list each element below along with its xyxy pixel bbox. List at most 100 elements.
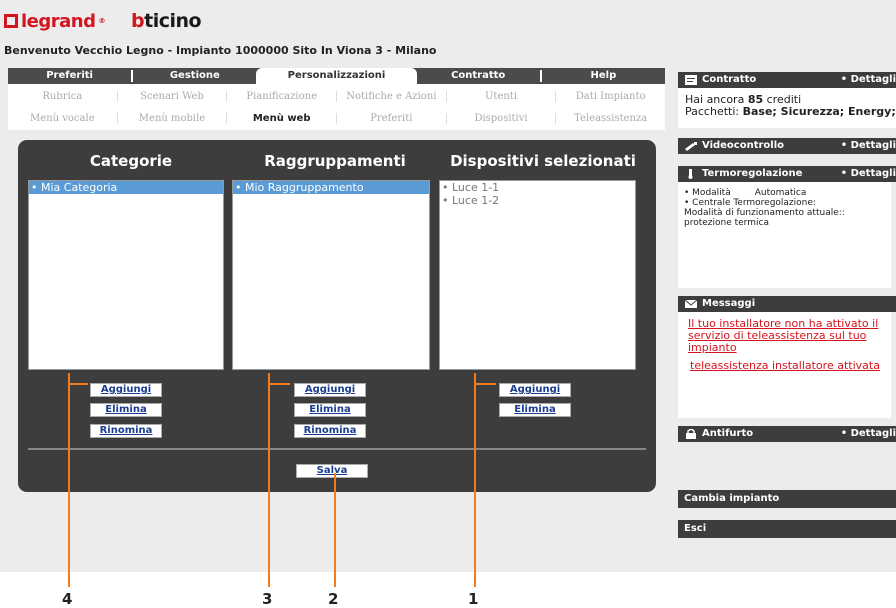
raggruppamenti-rinomina-button[interactable]: Rinomina [294,424,366,438]
sub-nav: Rubrica Scenari Web Pianificazione Notif… [8,84,665,130]
contratto-dettagli-link[interactable]: • Dettagli [841,72,896,88]
antifurto-dettagli-link[interactable]: • Dettagli [841,426,896,442]
callout-tick-1 [474,383,496,385]
categorie-aggiungi-button[interactable]: Aggiungi [90,383,162,397]
callout-tick-3 [268,383,290,385]
callout-bracket-4 [68,373,70,411]
categorie-elimina-button[interactable]: Elimina [90,403,162,417]
tab-help[interactable]: Help [542,68,665,84]
callout-line-1 [474,373,476,587]
modalita-label: • Modalità [684,188,731,198]
subnav-item-scenari-web[interactable]: Scenari Web [118,90,228,102]
legrand-logo: legrand ® [4,11,105,32]
callout-number-1: 1 [468,590,479,608]
contract-icon [685,75,697,85]
videocontrollo-header: Videocontrollo • Dettagli [678,138,896,154]
welcome-text: Benvenuto Vecchio Legno - Impianto 10000… [4,44,437,57]
legrand-logo-mark [4,14,18,28]
list-item[interactable]: • Luce 1-1 [440,181,635,194]
bticino-logo-b: b [131,10,145,32]
list-item[interactable]: • Luce 1-2 [440,194,635,207]
raggruppamenti-title: Raggruppamenti [264,152,406,170]
tab-personalizzazioni[interactable]: Personalizzazioni [256,68,417,84]
message-link[interactable]: teleassistenza installatore attivata [690,360,896,372]
callout-number-4: 4 [62,590,73,608]
panel-divider [28,448,646,450]
callout-line-2 [334,473,336,587]
termoregolazione-title: Termoregolazione [702,168,803,179]
callout-tick-4 [68,383,88,385]
list-item[interactable]: • Mia Categoria [29,181,223,194]
tab-gestione[interactable]: Gestione [133,68,256,84]
subnav-item-pianificazione[interactable]: Pianificazione [227,90,338,102]
dispositivi-aggiungi-button[interactable]: Aggiungi [499,383,571,397]
subnav-item-menu-web[interactable]: Menù web [227,112,338,124]
subnav-item-utenti[interactable]: Utenti [447,90,557,102]
esci-button[interactable]: Esci [678,520,896,538]
pacchetti-line: Pacchetti: Base; Sicurezza; Energy; [685,106,896,118]
raggruppamenti-aggiungi-button[interactable]: Aggiungi [294,383,366,397]
scrollbar[interactable] [891,312,896,418]
dispositivi-title: Dispositivi selezionati [450,152,636,170]
modalita-value: Automatica [754,188,807,198]
dispositivi-elimina-button[interactable]: Elimina [499,403,571,417]
categorie-list[interactable]: • Mia Categoria [28,180,224,370]
sub-nav-row-1: Rubrica Scenari Web Pianificazione Notif… [8,86,665,106]
esci-label: Esci [684,523,707,534]
termoregolazione-body: • Modalità Automatica • Centrale Termoreg… [678,182,896,228]
subnav-item-preferiti[interactable]: Preferiti [337,112,447,124]
videocontrollo-title: Videocontrollo [702,140,785,151]
subnav-item-dati-impianto[interactable]: Dati Impianto [556,91,665,102]
termoregolazione-dettagli-link[interactable]: • Dettagli [841,166,896,182]
callout-number-2: 2 [328,590,339,608]
funzionamento-line: Modalità di funzionamento attuale:: [684,208,845,218]
pacchetti-label: Pacchetti: [685,105,743,118]
antifurto-title: Antifurto [702,428,754,439]
contratto-title: Contratto [702,74,757,85]
app-screen: legrand ® bticino Benvenuto Vecchio Legno… [0,0,896,572]
termoregolazione-box: • Modalità Automatica • Centrale Termoreg… [678,182,896,288]
messaggi-box: Il tuo installatore non ha attivato il s… [678,312,896,418]
subnav-item-notifiche[interactable]: Notifiche e Azioni [337,90,447,102]
stato-line: protezione termica [684,218,769,228]
raggruppamenti-list[interactable]: • Mio Raggruppamento [232,180,430,370]
callout-line-4 [68,383,70,587]
brand-logos: legrand ® bticino [4,8,202,34]
categorie-rinomina-button[interactable]: Rinomina [90,424,162,438]
contratto-body: Hai ancora 85 crediti Pacchetti: Base; S… [678,88,896,118]
tab-preferiti[interactable]: Preferiti [8,68,131,84]
menu-web-panel: Categorie Raggruppamenti Dispositivi sel… [18,140,656,492]
lock-icon [686,429,696,439]
bticino-logo-text: ticino [144,10,202,32]
subnav-item-menu-mobile[interactable]: Menù mobile [118,112,228,124]
thermometer-icon [688,169,693,179]
bticino-logo: bticino [131,10,202,32]
messaggi-title: Messaggi [702,298,756,309]
termoregolazione-header: Termoregolazione • Dettagli [678,166,896,182]
subnav-item-rubrica[interactable]: Rubrica [8,90,118,102]
subnav-item-menu-vocale[interactable]: Menù vocale [8,112,118,124]
callout-number-3: 3 [262,590,273,608]
modalita-line: • Modalità Automatica [684,188,896,198]
message-link[interactable]: Il tuo installatore non ha attivato il s… [688,318,888,354]
camera-icon [685,142,697,151]
callout-line-3 [268,373,270,587]
scrollbar[interactable] [891,182,896,288]
raggruppamenti-elimina-button[interactable]: Elimina [294,403,366,417]
dispositivi-list[interactable]: • Luce 1-1 • Luce 1-2 [439,180,636,370]
salva-button[interactable]: Salva [296,464,368,478]
cambia-impianto-button[interactable]: Cambia impianto [678,490,896,508]
centrale-line: • Centrale Termoregolazione: [684,198,816,208]
subnav-item-dispositivi[interactable]: Dispositivi [447,112,557,124]
subnav-item-teleassistenza[interactable]: Teleassistenza [556,113,665,124]
contratto-header: Contratto • Dettagli [678,72,896,88]
videocontrollo-dettagli-link[interactable]: • Dettagli [841,138,896,154]
contratto-box: Hai ancora 85 crediti Pacchetti: Base; S… [678,88,896,128]
registered-mark: ® [98,17,106,25]
sub-nav-row-2: Menù vocale Menù mobile Menù web Preferi… [8,108,665,128]
messaggi-header: Messaggi [678,296,896,312]
tab-contratto[interactable]: Contratto [417,68,540,84]
categorie-title: Categorie [89,152,173,170]
list-item[interactable]: • Mio Raggruppamento [233,181,429,194]
legrand-logo-text: legrand [21,10,96,32]
